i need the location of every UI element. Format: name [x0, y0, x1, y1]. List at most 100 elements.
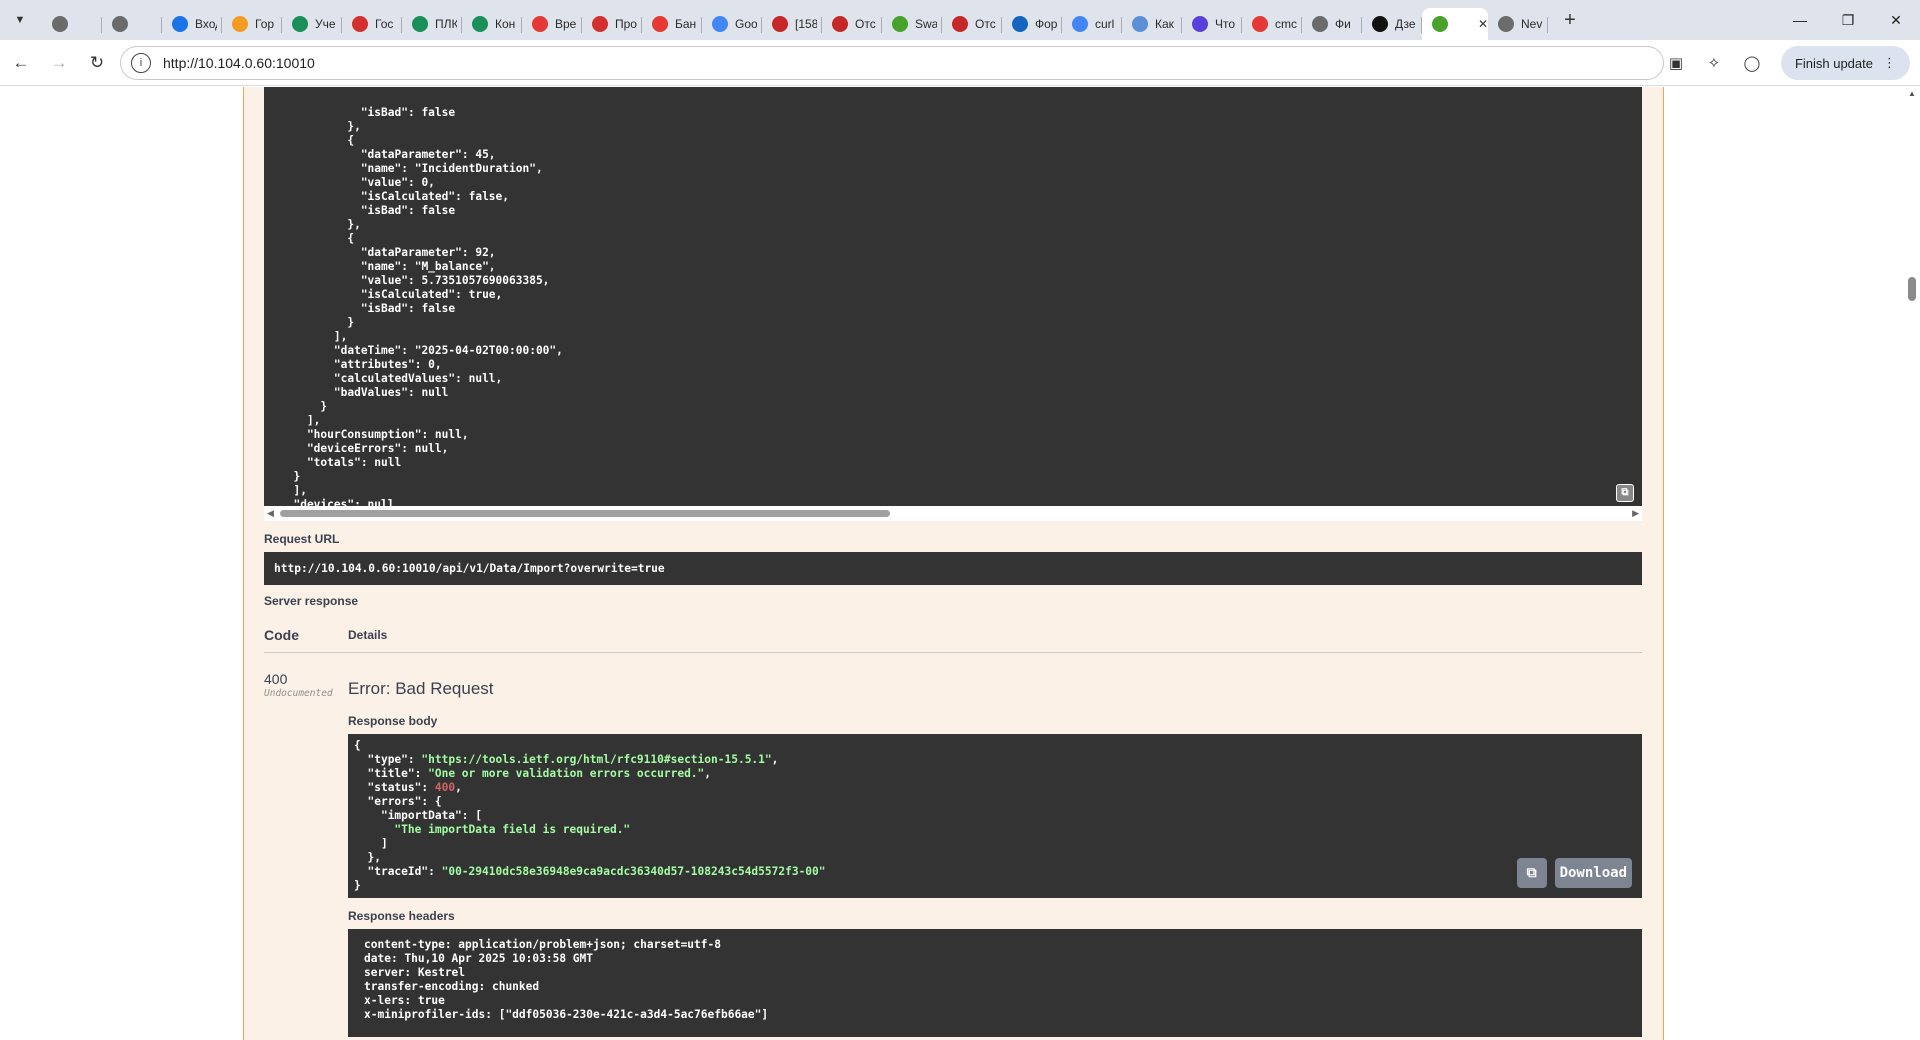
browser-tab[interactable]: Nev — [1488, 8, 1548, 40]
tab-search-button[interactable]: ▼ — [6, 6, 34, 34]
google-icon — [1072, 16, 1088, 32]
browser-tab[interactable]: ✕ — [1422, 8, 1488, 40]
chevron-down-icon: ▼ — [14, 14, 26, 26]
more-vert-icon: ⋮ — [1883, 55, 1896, 70]
response-body-block[interactable]: { "type": "https://tools.ietf.org/html/r… — [348, 734, 1642, 898]
curl-code-block[interactable]: "isBad": false }, { "dataParameter": 45,… — [264, 87, 1642, 506]
browser-tab[interactable]: Отс — [822, 8, 882, 40]
code-line: "attributes": 0, — [280, 358, 442, 371]
vertical-scrollbar[interactable]: ▲ — [1904, 87, 1920, 1040]
address-bar[interactable]: i http://10.104.0.60:10010 — [120, 46, 1664, 80]
restore-button[interactable]: ❐ — [1824, 0, 1872, 40]
details-column-header: Details — [348, 628, 388, 642]
json-key: "type" — [367, 753, 408, 766]
tab-strip: ▼ Вход Гор Уче Гос ПЛК Кон Вре Про Бан Goo [158 Отс… — [0, 0, 1920, 40]
profile-icon[interactable]: ◯ — [1735, 46, 1769, 80]
browser-tab[interactable]: Гос — [342, 8, 402, 40]
green-check-icon — [472, 16, 488, 32]
curl-lines: "isBad": false }, { "dataParameter": 45,… — [280, 106, 1642, 506]
window-controls: — ❐ ✕ — [1776, 0, 1920, 40]
response-headers-block[interactable]: content-type: application/problem+json; … — [348, 929, 1642, 1037]
browser-tab[interactable]: Бан — [642, 8, 702, 40]
download-button[interactable]: Download — [1554, 858, 1632, 888]
browser-tab[interactable]: Гор — [222, 8, 282, 40]
tab-title: ПЛК — [435, 17, 457, 31]
close-icon: ✕ — [1890, 11, 1902, 28]
code-line: "isCalculated": false, — [280, 190, 510, 203]
header-line: transfer-encoding: chunked — [364, 980, 540, 993]
browser-tab[interactable]: Фор — [1002, 8, 1062, 40]
code-line: } — [280, 316, 355, 329]
browser-tab[interactable]: Про — [582, 8, 642, 40]
scroll-right-icon[interactable]: ▶ — [1632, 508, 1639, 519]
browser-tab[interactable]: Что — [1182, 8, 1242, 40]
browser-tab[interactable]: Фи — [1302, 8, 1362, 40]
browser-tab[interactable]: Вход — [162, 8, 222, 40]
reload-button[interactable]: ↻ — [80, 46, 114, 80]
site-info-icon[interactable]: i — [131, 53, 151, 73]
browser-tab[interactable]: Уче — [282, 8, 342, 40]
scroll-left-icon[interactable]: ◀ — [267, 508, 274, 519]
minimize-button[interactable]: — — [1776, 0, 1824, 40]
tab-title: Бан — [675, 17, 697, 31]
code-line: "isBad": false — [280, 204, 456, 217]
copy-curl-icon[interactable]: ⧉ — [1616, 484, 1634, 502]
umbrella-icon — [592, 16, 608, 32]
header-line: content-type: application/problem+json; … — [364, 938, 721, 951]
new-tab-button[interactable]: + — [1556, 6, 1584, 34]
browser-tab[interactable]: cmc — [1242, 8, 1302, 40]
browser-tab[interactable]: Swa — [882, 8, 942, 40]
browser-tab[interactable]: Goo — [702, 8, 762, 40]
json-string: "One or more validation errors occurred.… — [428, 767, 705, 780]
browser-tab[interactable]: Отс — [942, 8, 1002, 40]
request-url-value[interactable]: http://10.104.0.60:10010/api/v1/Data/Imp… — [264, 552, 1642, 585]
swagger-icon — [892, 16, 908, 32]
code-line: "dateTime": "2025-04-02T00:00:00", — [280, 344, 563, 357]
browser-tab[interactable]: curl — [1062, 8, 1122, 40]
header-line: server: Kestrel — [364, 966, 466, 979]
browser-tab[interactable] — [42, 8, 102, 40]
vertical-scrollbar-thumb[interactable] — [1908, 277, 1916, 301]
browser-tab[interactable]: Кон — [462, 8, 522, 40]
scroll-up-icon[interactable]: ▲ — [1908, 89, 1916, 98]
tab-title: Кон — [495, 17, 516, 31]
incognito-icon[interactable]: ▣ — [1659, 46, 1693, 80]
copy-response-button[interactable]: ⧉ — [1516, 858, 1547, 888]
close-tab-icon[interactable]: ✕ — [1478, 17, 1488, 31]
tab-title: Гос — [375, 17, 394, 31]
code-line: "value": 5.7351057690063385, — [280, 274, 550, 287]
close-window-button[interactable]: ✕ — [1872, 0, 1920, 40]
red-logo-icon — [352, 16, 368, 32]
tab-title: Уче — [315, 17, 336, 31]
tab-title: Goo — [735, 17, 757, 31]
json-string: "The importData field is required." — [394, 823, 631, 836]
tab-title: Фи — [1335, 17, 1351, 31]
scrollbar-thumb[interactable] — [280, 510, 890, 517]
tab-list: Вход Гор Уче Гос ПЛК Кон Вре Про Бан Goo [158 Отс Sw… — [42, 0, 1548, 40]
tab-title: Отс — [855, 17, 876, 31]
response-actions: ⧉ Download — [1516, 858, 1632, 888]
finish-update-button[interactable]: Finish update ⋮ — [1780, 46, 1910, 80]
globe-icon — [1498, 16, 1514, 32]
tab-title: Вход — [195, 17, 217, 31]
extensions-icon[interactable]: ✧ — [1697, 46, 1731, 80]
browser-tab[interactable]: Вре — [522, 8, 582, 40]
browser-tab[interactable]: Дзе — [1362, 8, 1422, 40]
url-text[interactable]: http://10.104.0.60:10010 — [163, 55, 315, 71]
finish-update-label: Finish update — [1794, 55, 1873, 71]
code-line: "value": 0, — [280, 176, 435, 189]
red-ring-icon — [652, 16, 668, 32]
restore-icon: ❐ — [1841, 11, 1855, 28]
tab-title: Swa — [915, 17, 937, 31]
browser-tab[interactable]: [158 — [762, 8, 822, 40]
horizontal-scrollbar[interactable]: ◀ ▶ — [264, 506, 1642, 521]
tab-title: Что — [1215, 17, 1236, 31]
forward-button[interactable]: → — [42, 46, 76, 80]
browser-tab[interactable] — [102, 8, 162, 40]
browser-tab[interactable]: ПЛК — [402, 8, 462, 40]
tab-title: Как — [1155, 17, 1174, 31]
tab-title: Про — [615, 17, 637, 31]
json-number: 400 — [434, 781, 456, 794]
browser-tab[interactable]: Как — [1122, 8, 1182, 40]
back-button[interactable]: ← — [4, 46, 38, 80]
